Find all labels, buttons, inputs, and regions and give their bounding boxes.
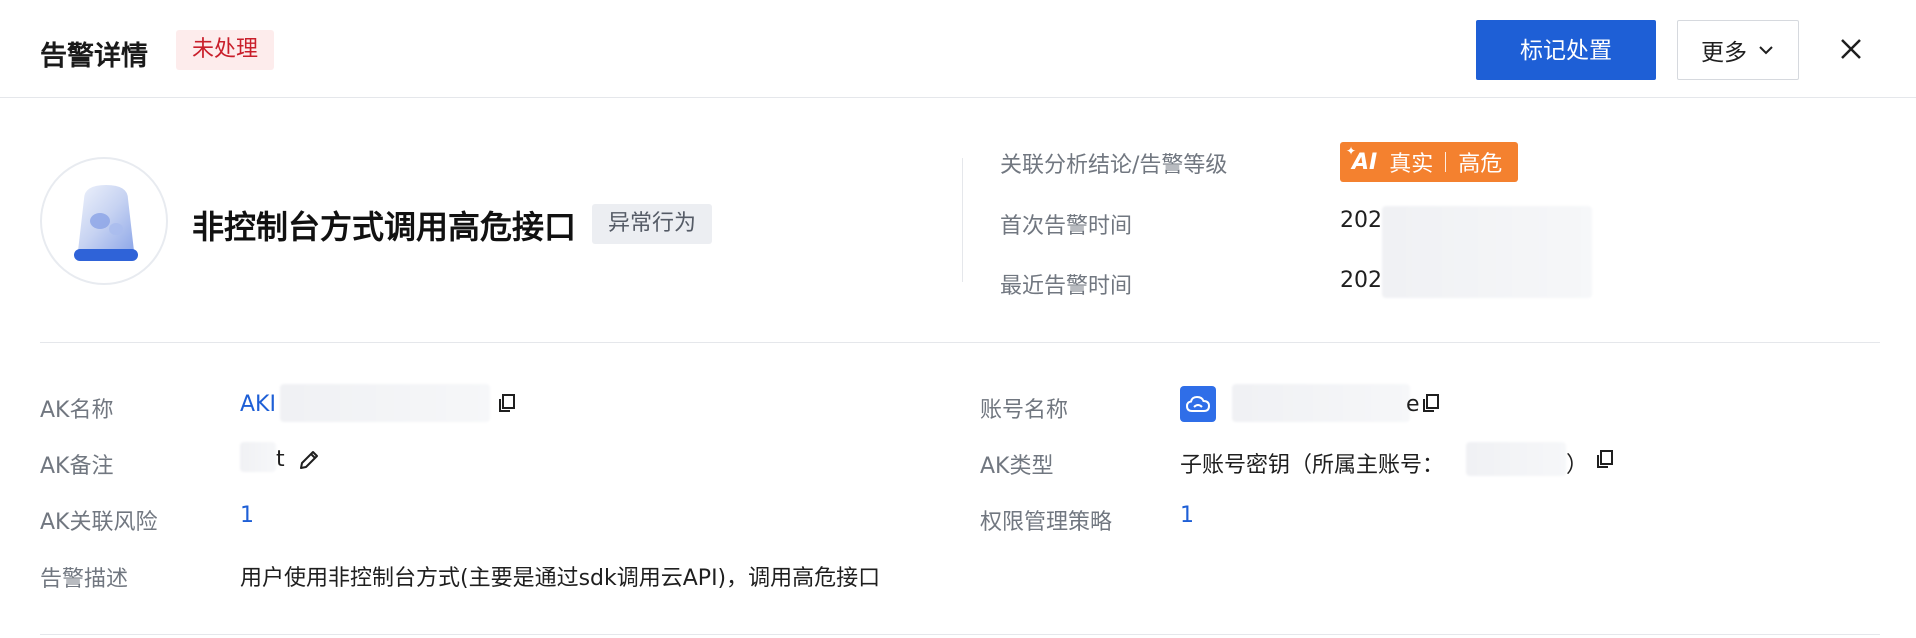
ak-remark-label: AK备注 — [40, 454, 114, 479]
redacted-ak-name — [280, 384, 490, 422]
alert-type-avatar — [40, 157, 168, 285]
ak-name-value[interactable]: AKI — [240, 392, 276, 417]
close-icon[interactable] — [1836, 34, 1866, 64]
badge-separator — [1445, 152, 1447, 172]
cloud-icon — [1185, 395, 1211, 412]
ak-type-close-paren: ） — [1566, 453, 1589, 478]
redacted-account-name — [1232, 384, 1410, 422]
chevron-down-icon — [1759, 46, 1773, 55]
edit-pencil-icon[interactable] — [296, 447, 322, 473]
page-title: 告警详情 — [40, 41, 148, 72]
first-alert-time-value: 202 — [1340, 208, 1382, 233]
vertical-divider — [962, 158, 963, 282]
redacted-main-account — [1466, 442, 1566, 476]
policy-label: 权限管理策略 — [980, 510, 1113, 535]
ai-level-badge: ✦ AI 真实 高危 — [1340, 142, 1519, 182]
first-alert-time-label: 首次告警时间 — [1000, 214, 1133, 239]
account-name-label: 账号名称 — [980, 398, 1069, 423]
redacted-ak-remark — [240, 442, 276, 472]
ai-level: 高危 — [1458, 152, 1503, 177]
alert-desc-value: 用户使用非控制台方式(主要是通过sdk调用云API)，调用高危接口 — [240, 566, 881, 591]
ak-name-label: AK名称 — [40, 398, 114, 423]
drawer-header: 告警详情 未处理 标记处置 更多 — [0, 0, 1916, 98]
more-button-label: 更多 — [1701, 40, 1747, 66]
copy-icon[interactable] — [1420, 392, 1442, 414]
bottom-divider — [40, 634, 1880, 635]
ak-type-label: AK类型 — [980, 454, 1054, 479]
copy-icon[interactable] — [1594, 448, 1616, 470]
ak-risk-value[interactable]: 1 — [240, 503, 254, 528]
redacted-time-values — [1382, 206, 1592, 298]
ai-verdict: 真实 — [1389, 152, 1434, 177]
mark-handle-button[interactable]: 标记处置 — [1476, 20, 1656, 80]
ak-type-value: 子账号密钥（所属主账号： — [1180, 453, 1445, 478]
ai-icon: ✦ AI — [1346, 143, 1378, 175]
policy-value[interactable]: 1 — [1180, 503, 1194, 528]
ak-risk-label: AK关联风险 — [40, 510, 158, 535]
status-badge: 未处理 — [176, 30, 275, 70]
last-alert-time-value: 202 — [1340, 268, 1382, 293]
account-name-value: e — [1406, 392, 1420, 417]
alert-desc-label: 告警描述 — [40, 567, 129, 592]
last-alert-time-label: 最近告警时间 — [1000, 274, 1133, 299]
cloud-account-icon — [1180, 386, 1216, 422]
section-divider — [40, 342, 1880, 343]
siren-icon — [74, 185, 138, 261]
more-dropdown-button[interactable]: 更多 — [1677, 20, 1799, 80]
alert-name: 非控制台方式调用高危接口 — [192, 208, 577, 246]
conclusion-label: 关联分析结论/告警等级 — [1000, 153, 1228, 178]
ak-remark-value: t — [276, 447, 285, 472]
copy-icon[interactable] — [496, 392, 518, 414]
category-tag: 异常行为 — [592, 204, 713, 244]
